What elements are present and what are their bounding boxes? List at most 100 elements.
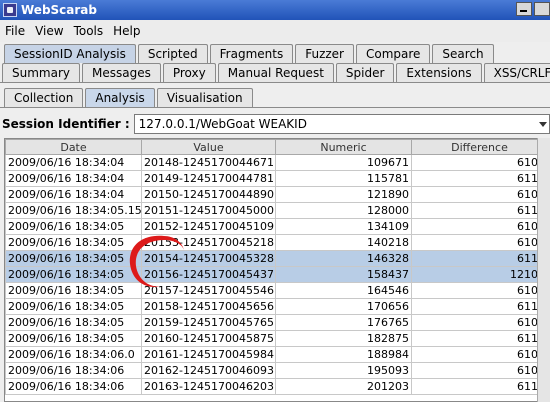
cell-date: 2009/06/16 18:34:05 xyxy=(5,234,142,251)
cell-difference: 6110 xyxy=(411,298,548,315)
cell-value: 20161-1245170045984 xyxy=(141,346,276,363)
cell-date: 2009/06/16 18:34:04 xyxy=(5,186,142,203)
cell-date: 2009/06/16 18:34:04 xyxy=(5,154,142,171)
sub-tabs: Collection Analysis Visualisation xyxy=(4,88,550,107)
table-row[interactable]: 2009/06/16 18:34:06 20163-1245170046203 20… xyxy=(5,378,548,395)
menu-bar: File View Tools Help xyxy=(0,20,550,42)
menu-tools[interactable]: Tools xyxy=(69,24,109,38)
cell-numeric: 182875 xyxy=(275,330,412,347)
minimize-button[interactable] xyxy=(516,2,532,16)
tab-manual-request[interactable]: Manual Request xyxy=(217,63,334,82)
title-bar: WebScarab xyxy=(0,0,550,20)
subtab-analysis[interactable]: Analysis xyxy=(85,88,155,107)
menu-file[interactable]: File xyxy=(0,24,30,38)
cell-numeric: 201203 xyxy=(275,378,412,395)
cell-numeric: 121890 xyxy=(275,186,412,203)
table-row[interactable]: 2009/06/16 18:34:05.15 20151-124517004500… xyxy=(5,202,548,219)
cell-value: 20158-1245170045656 xyxy=(141,298,276,315)
cell-date: 2009/06/16 18:34:05 xyxy=(5,218,142,235)
cell-difference: 6109 xyxy=(411,346,548,363)
main-tabs-row2: Summary Messages Proxy Manual Request Sp… xyxy=(2,63,550,82)
cell-numeric: 140218 xyxy=(275,234,412,251)
cell-difference: 6110 xyxy=(411,170,548,187)
cell-numeric: 158437 xyxy=(275,266,412,283)
session-table: Date Value Numeric Difference 2009/06/16… xyxy=(4,138,550,402)
cell-numeric: 170656 xyxy=(275,298,412,315)
table-row[interactable]: 2009/06/16 18:34:05 20152-1245170045109 13… xyxy=(5,218,548,235)
cell-difference: 6109 xyxy=(411,234,548,251)
column-header-value[interactable]: Value xyxy=(141,139,276,155)
tab-search[interactable]: Search xyxy=(432,44,494,63)
tab-spider[interactable]: Spider xyxy=(335,63,395,82)
session-identifier-select[interactable]: 127.0.0.1/WebGoat WEAKID xyxy=(133,114,550,134)
tab-compare[interactable]: Compare xyxy=(355,44,431,63)
cell-difference: 6109 xyxy=(411,186,548,203)
table-row[interactable]: 2009/06/16 18:34:04 20148-1245170044671 10… xyxy=(5,154,548,171)
session-identifier-row: Session Identifier : 127.0.0.1/WebGoat W… xyxy=(2,114,550,134)
subtab-collection[interactable]: Collection xyxy=(4,88,84,107)
table-row[interactable]: 2009/06/16 18:34:04 20149-1245170044781 11… xyxy=(5,170,548,187)
cell-numeric: 109671 xyxy=(275,154,412,171)
table-row[interactable]: 2009/06/16 18:34:05 20154-1245170045328 14… xyxy=(5,250,548,267)
tab-fuzzer[interactable]: Fuzzer xyxy=(295,44,354,63)
tab-summary[interactable]: Summary xyxy=(2,63,80,82)
subtab-visualisation[interactable]: Visualisation xyxy=(156,88,253,107)
main-tabs-row1: SessionID Analysis Scripted Fragments Fu… xyxy=(4,44,550,63)
cell-date: 2009/06/16 18:34:06.0 xyxy=(5,346,142,363)
cell-difference: 6109 xyxy=(411,154,548,171)
cell-value: 20152-1245170045109 xyxy=(141,218,276,235)
table-row[interactable]: 2009/06/16 18:34:04 20150-1245170044890 12… xyxy=(5,186,548,203)
menu-help[interactable]: Help xyxy=(108,24,145,38)
cell-date: 2009/06/16 18:34:05 xyxy=(5,250,142,267)
cell-numeric: 188984 xyxy=(275,346,412,363)
column-header-difference[interactable]: Difference xyxy=(411,139,548,155)
table-row[interactable]: 2009/06/16 18:34:05 20160-1245170045875 18… xyxy=(5,330,548,347)
app-icon xyxy=(3,3,17,17)
cell-value: 20160-1245170045875 xyxy=(141,330,276,347)
maximize-button[interactable] xyxy=(534,2,550,16)
cell-date: 2009/06/16 18:34:05 xyxy=(5,298,142,315)
chevron-down-icon[interactable] xyxy=(539,115,549,133)
column-header-date[interactable]: Date xyxy=(5,139,142,155)
cell-date: 2009/06/16 18:34:05 xyxy=(5,282,142,299)
tab-extensions[interactable]: Extensions xyxy=(396,63,482,82)
tab-fragments[interactable]: Fragments xyxy=(209,44,294,63)
cell-value: 20154-1245170045328 xyxy=(141,250,276,267)
cell-numeric: 195093 xyxy=(275,362,412,379)
table-row[interactable]: 2009/06/16 18:34:06.0 20161-1245170045984… xyxy=(5,346,548,363)
cell-value: 20148-1245170044671 xyxy=(141,154,276,171)
table-scrollbar[interactable] xyxy=(537,138,550,402)
cell-date: 2009/06/16 18:34:04 xyxy=(5,170,142,187)
table-row[interactable]: 2009/06/16 18:34:05 20153-1245170045218 14… xyxy=(5,234,548,251)
tab-divider xyxy=(0,82,550,83)
tab-messages[interactable]: Messages xyxy=(82,63,161,82)
cell-value: 20153-1245170045218 xyxy=(141,234,276,251)
cell-numeric: 134109 xyxy=(275,218,412,235)
menu-view[interactable]: View xyxy=(30,24,68,38)
table-row[interactable]: 2009/06/16 18:34:05 20159-1245170045765 17… xyxy=(5,314,548,331)
cell-difference: 6110 xyxy=(411,250,548,267)
cell-difference: 6109 xyxy=(411,282,548,299)
cell-value: 20149-1245170044781 xyxy=(141,170,276,187)
cell-value: 20156-1245170045437 xyxy=(141,266,276,283)
table-row[interactable]: 2009/06/16 18:34:05 20157-1245170045546 16… xyxy=(5,282,548,299)
window-title: WebScarab xyxy=(21,3,97,17)
column-header-numeric[interactable]: Numeric xyxy=(275,139,412,155)
cell-difference: 6110 xyxy=(411,330,548,347)
tab-proxy[interactable]: Proxy xyxy=(162,63,216,82)
cell-date: 2009/06/16 18:34:05 xyxy=(5,266,142,283)
cell-numeric: 115781 xyxy=(275,170,412,187)
table-row[interactable]: 2009/06/16 18:34:05 20156-1245170045437 15… xyxy=(5,266,548,283)
tab-xss-crlf[interactable]: XSS/CRLF xyxy=(483,63,550,82)
cell-date: 2009/06/16 18:34:05.15 xyxy=(5,202,142,219)
cell-difference: 6109 xyxy=(411,362,548,379)
cell-value: 20162-1245170046093 xyxy=(141,362,276,379)
tab-scripted[interactable]: Scripted xyxy=(137,44,208,63)
cell-date: 2009/06/16 18:34:06 xyxy=(5,362,142,379)
cell-difference: 6109 xyxy=(411,218,548,235)
cell-value: 20150-1245170044890 xyxy=(141,186,276,203)
table-row[interactable]: 2009/06/16 18:34:05 20158-1245170045656 17… xyxy=(5,298,548,315)
session-identifier-value: 127.0.0.1/WebGoat WEAKID xyxy=(138,117,307,131)
tab-sessionid-analysis[interactable]: SessionID Analysis xyxy=(4,44,136,63)
table-row[interactable]: 2009/06/16 18:34:06 20162-1245170046093 19… xyxy=(5,362,548,379)
